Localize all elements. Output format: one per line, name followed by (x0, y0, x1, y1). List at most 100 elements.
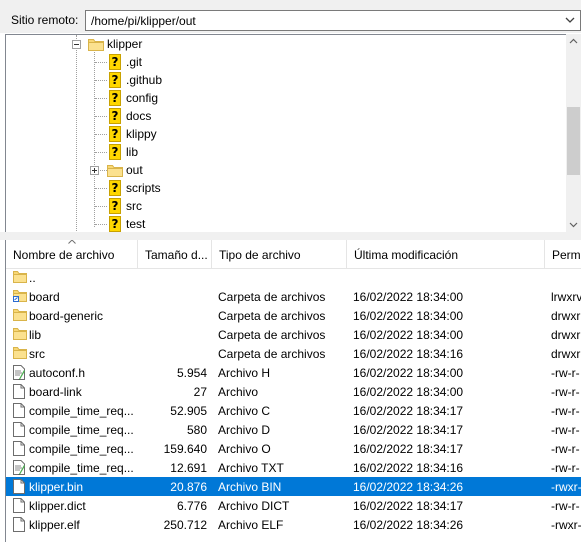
column-header-modified[interactable]: Última modificación (347, 240, 545, 268)
text-file-icon (13, 460, 25, 475)
file-name: src (29, 347, 45, 361)
file-size: 20.876 (170, 480, 207, 494)
tree-item-dot-github[interactable]: ? .github (6, 71, 566, 89)
file-row[interactable]: lib Carpeta de archivos 16/02/2022 18:34:0… (6, 325, 581, 344)
file-row[interactable]: src Carpeta de archivos 16/02/2022 18:34:1… (6, 344, 581, 363)
file-permissions: -rw-r- (551, 366, 580, 380)
file-modified: 16/02/2022 18:34:26 (353, 480, 464, 494)
tree-item-lib[interactable]: ? lib (6, 143, 566, 161)
file-size: 12.691 (170, 461, 207, 475)
column-header-permissions[interactable]: Permi (545, 240, 581, 268)
file-icon (13, 479, 25, 494)
file-row[interactable]: klipper.elf 250.712 Archivo ELF 16/02/2022 … (6, 515, 581, 534)
remote-file-list[interactable]: Nombre de archivo Tamaño d... Tipo de ar… (5, 240, 581, 542)
remote-path-value: /home/pi/klipper/out (91, 14, 196, 28)
file-type: Archivo O (218, 442, 271, 456)
tree-item-klippy[interactable]: ? klippy (6, 125, 566, 143)
tree-item-klipper[interactable]: klipper (6, 35, 566, 53)
pane-splitter[interactable] (0, 232, 581, 240)
file-row[interactable]: compile_time_req... 580 Archivo D 16/02/202… (6, 420, 581, 439)
tree-item-label: config (126, 91, 159, 105)
file-type: Archivo ELF (218, 518, 284, 532)
file-row[interactable]: compile_time_req... 52.905 Archivo C 16/02/… (6, 401, 581, 420)
tree-item-dot-git[interactable]: ? .git (6, 53, 566, 71)
file-row[interactable]: board-link 27 Archivo 16/02/2022 18:34:00 -r… (6, 382, 581, 401)
unknown-icon: ? (109, 144, 121, 160)
file-row[interactable]: compile_time_req... 12.691 Archivo TXT 16/0… (6, 458, 581, 477)
expand-icon[interactable] (90, 166, 99, 175)
file-name: compile_time_req... (29, 461, 134, 475)
file-row[interactable]: klipper.bin 20.876 Archivo BIN 16/02/2022 1… (6, 477, 581, 496)
unknown-icon: ? (109, 126, 121, 142)
file-modified: 16/02/2022 18:34:00 (353, 328, 464, 342)
tree-guide-line (95, 80, 107, 81)
column-header-type[interactable]: Tipo de archivo (212, 240, 347, 268)
tree-guide-line (95, 134, 107, 135)
file-icon (13, 441, 25, 456)
unknown-icon: ? (109, 180, 121, 196)
tree-guide-line (95, 116, 107, 117)
tree-item-label: test (126, 217, 146, 231)
tree-item-scripts[interactable]: ? scripts (6, 179, 566, 197)
file-modified: 16/02/2022 18:34:17 (353, 423, 464, 437)
text-file-icon (13, 365, 25, 380)
file-row[interactable]: board-generic Carpeta de archivos 16/02/20… (6, 306, 581, 325)
folder-icon (88, 38, 104, 51)
file-row[interactable]: compile_time_req... 159.640 Archivo O 16/02… (6, 439, 581, 458)
scroll-up-icon[interactable] (569, 37, 578, 46)
tree-item-label: docs (126, 109, 152, 123)
file-type: Archivo D (218, 423, 271, 437)
file-permissions: -rwxr- (551, 518, 581, 532)
file-row[interactable]: autoconf.h 5.954 Archivo H 16/02/2022 18:34… (6, 363, 581, 382)
folder-icon (107, 164, 123, 177)
chevron-down-icon[interactable] (564, 14, 576, 26)
unknown-icon: ? (109, 72, 121, 88)
tree-item-label: lib (126, 145, 139, 159)
unknown-icon: ? (109, 54, 121, 70)
column-header-name[interactable]: Nombre de archivo (6, 240, 138, 268)
file-modified: 16/02/2022 18:34:26 (353, 518, 464, 532)
collapse-icon[interactable] (72, 40, 81, 49)
file-size: 159.640 (163, 442, 207, 456)
tree-vertical-scrollbar[interactable] (566, 34, 581, 232)
file-modified: 16/02/2022 18:34:00 (353, 290, 464, 304)
file-name: board-generic (29, 309, 104, 323)
remote-site-label: Sitio remoto: (11, 13, 79, 27)
file-name: autoconf.h (29, 366, 86, 380)
remote-directory-tree[interactable]: klipper? .git? .github? config? docs? klippy?… (5, 34, 581, 232)
file-modified: 16/02/2022 18:34:00 (353, 309, 464, 323)
file-type: Carpeta de archivos (218, 309, 326, 323)
file-icon (13, 403, 25, 418)
unknown-icon: ? (109, 108, 121, 124)
tree-scroll-thumb[interactable] (567, 107, 580, 175)
unknown-icon: ? (109, 216, 121, 232)
file-row[interactable]: board Carpeta de archivos 16/02/2022 18:34… (6, 287, 581, 306)
file-type: Archivo C (218, 404, 271, 418)
tree-item-config[interactable]: ? config (6, 89, 566, 107)
file-modified: 16/02/2022 18:34:16 (353, 461, 464, 475)
file-size: 52.905 (170, 404, 207, 418)
tree-guide-line (95, 188, 107, 189)
remote-path-combobox[interactable]: /home/pi/klipper/out (85, 10, 581, 31)
file-list-header: Nombre de archivo Tamaño d... Tipo de ar… (6, 240, 581, 269)
sort-ascending-icon (68, 240, 76, 244)
file-name: compile_time_req... (29, 442, 134, 456)
file-type: Archivo TXT (218, 461, 284, 475)
file-row[interactable]: klipper.dict 6.776 Archivo DICT 16/02/2022 … (6, 496, 581, 515)
scroll-down-icon[interactable] (569, 220, 578, 229)
tree-guide-line (95, 152, 107, 153)
file-modified: 16/02/2022 18:34:16 (353, 347, 464, 361)
file-row[interactable]: .. (6, 268, 581, 287)
tree-item-src[interactable]: ? src (6, 197, 566, 215)
file-icon (13, 384, 25, 399)
tree-item-docs[interactable]: ? docs (6, 107, 566, 125)
tree-item-out[interactable]: out (6, 161, 566, 179)
file-modified: 16/02/2022 18:34:17 (353, 404, 464, 418)
column-header-size[interactable]: Tamaño d... (138, 240, 212, 268)
file-permissions: -rw-r- (551, 499, 580, 513)
file-permissions: drwxr (551, 328, 581, 342)
tree-guide-line (95, 98, 107, 99)
tree-item-test[interactable]: ? test (6, 215, 566, 232)
file-type: Archivo BIN (218, 480, 282, 494)
file-icon (13, 517, 25, 532)
